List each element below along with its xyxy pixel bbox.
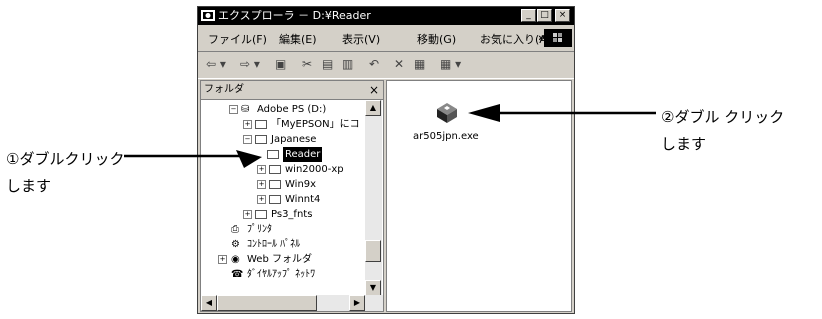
arrow-right-head [468,104,500,122]
arrow-left-head [236,150,262,168]
annotation-arrows [124,104,656,168]
